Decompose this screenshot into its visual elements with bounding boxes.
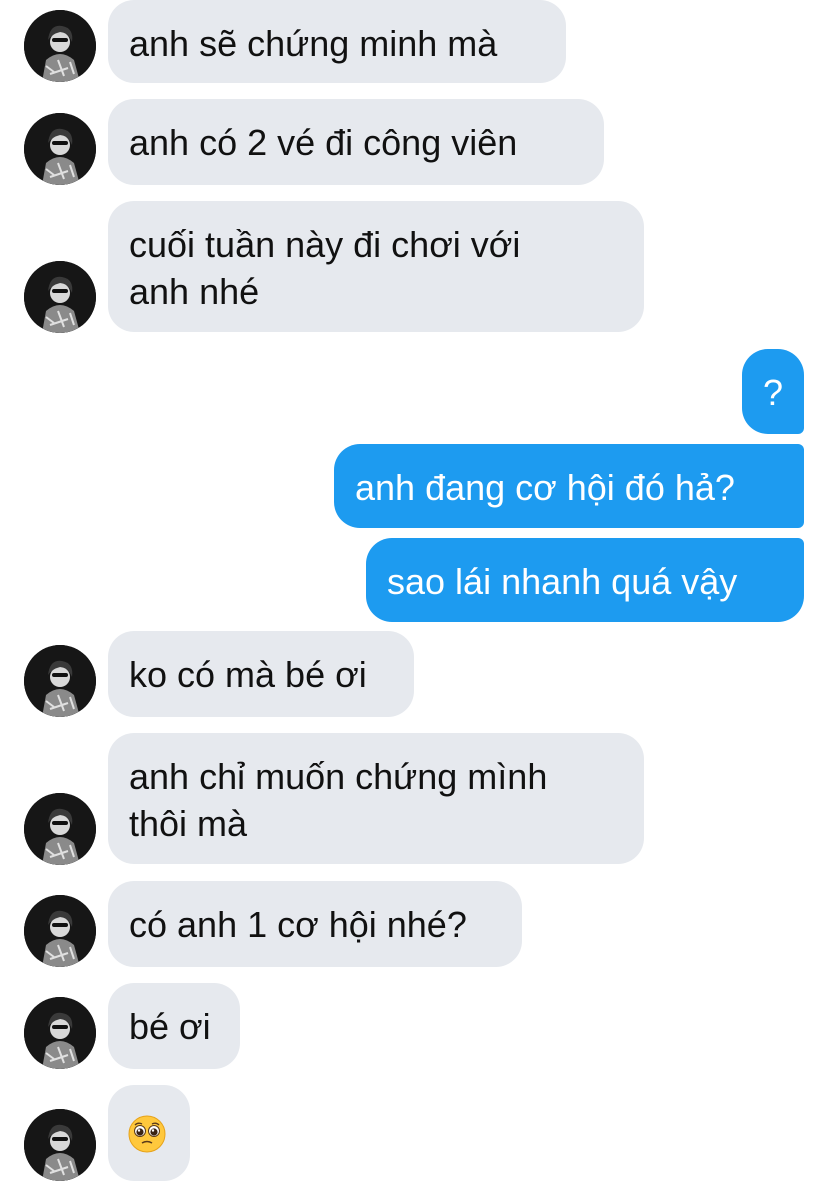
incoming-message[interactable]: có anh 1 cơ hội nhé? <box>108 881 522 967</box>
avatar[interactable] <box>24 10 96 82</box>
message-text-line: cuối tuần này đi chơi với <box>129 224 521 265</box>
message-text: có anh 1 cơ hội nhé? <box>129 904 467 945</box>
avatar[interactable] <box>24 895 96 967</box>
incoming-message[interactable]: anh sẽ chứng minh mà <box>108 0 566 83</box>
profile-photo-icon <box>24 10 96 82</box>
avatar[interactable] <box>24 645 96 717</box>
profile-photo-icon <box>24 997 96 1069</box>
profile-photo-icon <box>24 113 96 185</box>
message-text: anh sẽ chứng minh mà <box>129 23 498 64</box>
incoming-message[interactable]: anh có 2 vé đi công viên <box>108 99 604 185</box>
message-text: ? <box>762 372 784 413</box>
incoming-message[interactable]: anh chỉ muốn chứng mình thôi mà <box>108 733 644 864</box>
incoming-message[interactable]: ko có mà bé ơi <box>108 631 414 717</box>
message-text-line: anh nhé <box>129 271 260 312</box>
profile-photo-icon <box>24 645 96 717</box>
message-thread: anh sẽ chứng minh mà anh có 2 vé đi công… <box>0 0 828 1193</box>
pleading-face-emoji-icon <box>128 1115 166 1153</box>
message-text: anh có 2 vé đi công viên <box>129 122 518 163</box>
message-text: bé ơi <box>129 1006 211 1047</box>
avatar[interactable] <box>24 1109 96 1181</box>
message-text-line: thôi mà <box>129 803 248 844</box>
outgoing-message[interactable]: ? <box>742 349 804 434</box>
incoming-message[interactable]: cuối tuần này đi chơi với anh nhé <box>108 201 644 332</box>
avatar[interactable] <box>24 113 96 185</box>
incoming-message[interactable] <box>108 1085 190 1181</box>
profile-photo-icon <box>24 261 96 333</box>
profile-photo-icon <box>24 895 96 967</box>
profile-photo-icon <box>24 793 96 865</box>
avatar[interactable] <box>24 793 96 865</box>
message-text-line: anh chỉ muốn chứng mình <box>129 756 548 797</box>
outgoing-message[interactable]: sao lái nhanh quá vậy <box>366 538 804 622</box>
incoming-message[interactable]: bé ơi <box>108 983 240 1069</box>
profile-photo-icon <box>24 1109 96 1181</box>
message-text: anh đang cơ hội đó hả? <box>355 467 735 508</box>
outgoing-message[interactable]: anh đang cơ hội đó hả? <box>334 444 804 528</box>
message-text: ko có mà bé ơi <box>129 654 367 695</box>
avatar[interactable] <box>24 261 96 333</box>
avatar[interactable] <box>24 997 96 1069</box>
message-text: sao lái nhanh quá vậy <box>387 561 738 602</box>
